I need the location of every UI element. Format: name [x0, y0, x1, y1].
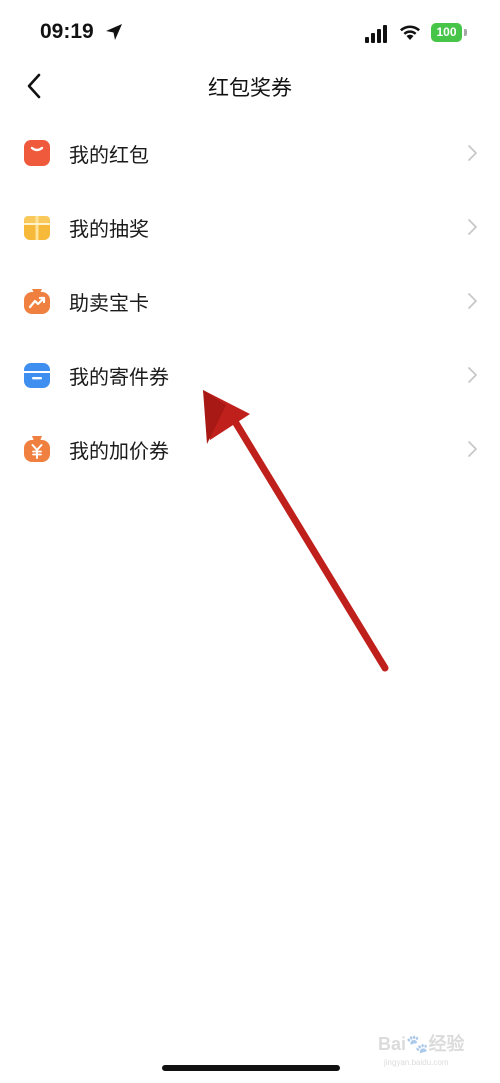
list-item-lottery[interactable]: 我的抽奖 — [0, 190, 500, 264]
location-arrow-icon — [106, 24, 122, 40]
battery-level: 100 — [431, 23, 462, 42]
package-box-icon — [24, 363, 50, 388]
wifi-icon — [400, 25, 420, 40]
watermark-url: jingyan.baidu.com — [384, 1058, 449, 1067]
list-item-sales-card[interactable]: 助卖宝卡 — [0, 264, 500, 338]
list-item-shipping-coupon[interactable]: 我的寄件券 — [0, 338, 500, 412]
chevron-right-icon — [468, 219, 477, 235]
battery-tip — [464, 29, 467, 36]
trend-bag-icon — [24, 289, 50, 314]
chevron-right-icon — [468, 145, 477, 161]
list-item-price-coupon[interactable]: 我的加价券 — [0, 412, 500, 486]
battery-icon: 100 — [431, 23, 467, 42]
status-time: 09:19 — [40, 20, 94, 43]
list-item-label: 助卖宝卡 — [69, 291, 149, 315]
watermark-brand: Bai🐾经验 — [378, 1034, 465, 1054]
list-item-label: 我的寄件券 — [69, 365, 169, 389]
gift-box-icon — [24, 216, 50, 240]
page-title: 红包奖券 — [208, 76, 292, 100]
chevron-right-icon — [468, 441, 477, 457]
list-item-label: 我的抽奖 — [69, 217, 149, 241]
home-indicator[interactable] — [162, 1065, 340, 1071]
list-item-label: 我的红包 — [69, 143, 149, 167]
nav-bar: 红包奖券 — [0, 64, 500, 108]
list-item-label: 我的加价券 — [69, 439, 169, 463]
red-envelope-icon — [24, 140, 50, 166]
status-bar: 09:19 100 — [0, 0, 500, 64]
menu-list: 我的红包 我的抽奖 助卖宝卡 我的寄件券 我的加价券 — [0, 116, 500, 486]
screen: 09:19 100 红包奖券 我的红包 我的抽奖 助卖宝卡 我的寄件券 我的加价… — [0, 0, 500, 1083]
cellular-signal-icon — [365, 25, 387, 43]
list-item-red-envelope[interactable]: 我的红包 — [0, 116, 500, 190]
watermark-logo: Bai🐾经验 jingyan.baidu.com — [378, 1026, 490, 1076]
chevron-right-icon — [468, 293, 477, 309]
chevron-right-icon — [468, 367, 477, 383]
yuan-bag-icon — [24, 436, 50, 462]
